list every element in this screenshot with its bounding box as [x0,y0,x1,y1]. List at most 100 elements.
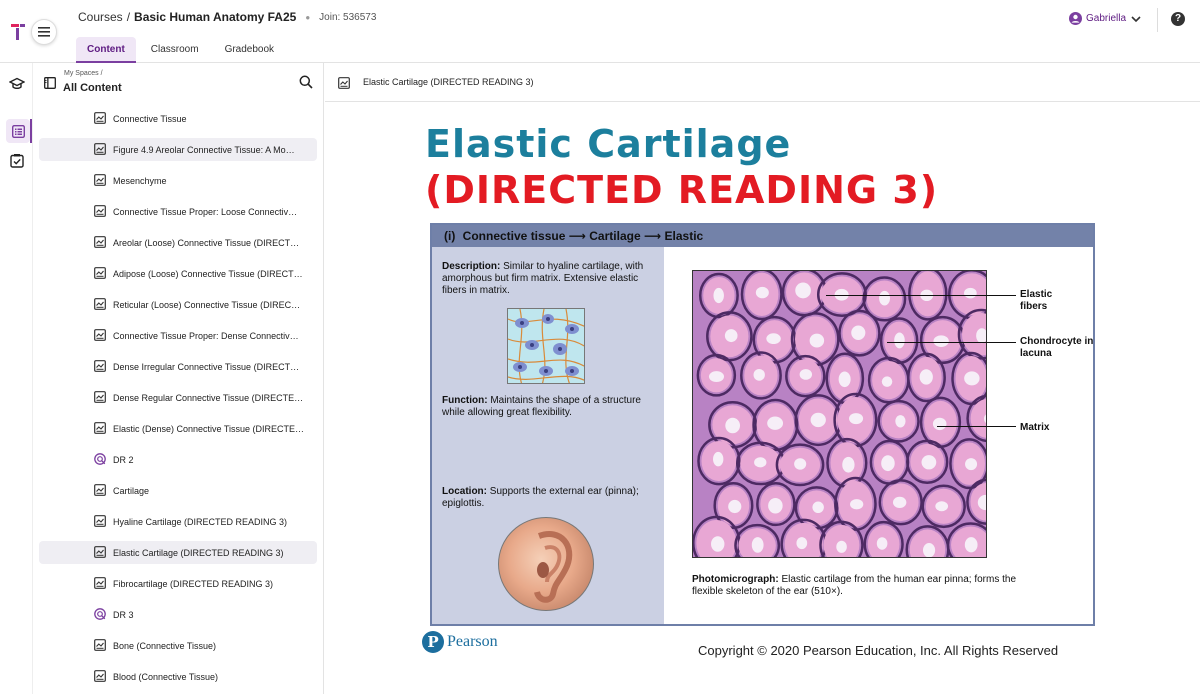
figure-step-elastic: Elastic [664,229,704,243]
reading-doc-icon [94,298,106,310]
lacuna-space [932,417,947,431]
content-list-item-label: Fibrocartilage (DIRECTED READING 3) [113,578,274,589]
content-list-item[interactable]: Connective Tissue [39,107,317,130]
tissue-diagram-image [507,308,585,384]
lacuna-space [812,501,824,514]
content-list-item-label: Elastic (Dense) Connective Tissue (DIREC… [113,423,305,434]
figure-step-connective: Connective tissue [462,229,566,243]
reading-doc-icon [94,422,106,434]
app-logo-icon[interactable] [10,22,26,42]
content-list-item[interactable]: DR 3 [39,603,317,626]
content-list-item[interactable]: Blood (Connective Tissue) [39,665,317,688]
reading-doc-icon [94,546,106,558]
content-list-item[interactable]: Connective Tissue Proper: Dense Connecti… [39,324,317,347]
content-nav-button[interactable] [6,119,30,143]
figure-description: Description: Similar to hyaline cartilag… [442,261,657,297]
content-panel: Apical Feature: CiliaConnective TissueFi… [33,63,324,694]
arrow-right-icon: ⟶ [643,229,662,243]
search-icon[interactable] [299,75,313,89]
content-list-item[interactable]: Dense Irregular Connective Tissue (DIREC… [39,355,317,378]
lacuna-space [768,497,783,514]
content-list-item-label: Dense Irregular Connective Tissue (DIREC… [113,361,300,372]
breadcrumb-courses-link[interactable]: Courses [78,10,123,24]
photomicrograph-image [692,270,987,558]
user-menu-button[interactable]: Gabriella [1069,12,1146,25]
content-list-item[interactable]: Bone (Connective Tissue) [39,634,317,657]
tab-content[interactable]: Content [76,37,136,63]
content-list-item[interactable]: Elastic Cartilage (DIRECTED READING 3) [39,541,317,564]
lacuna-space [713,451,724,467]
quiz-icon [94,608,106,620]
user-name: Gabriella [1086,13,1127,24]
lacuna-space [711,536,725,552]
lacuna-space [725,417,741,434]
reading-doc-icon [94,267,106,279]
panel-toggle-icon[interactable] [44,77,56,89]
lacuna-space [810,412,826,428]
lacuna-space [851,325,866,340]
quiz-icon [94,453,106,465]
content-list-item[interactable]: Connective Tissue Proper: Loose Connecti… [39,200,317,223]
lacuna-space [881,376,893,387]
lacuna-space [754,457,767,468]
label-matrix: Matrix [1020,422,1050,433]
tab-classroom[interactable]: Classroom [140,37,210,63]
lacuna-space [976,328,986,344]
lacuna-space [895,415,906,428]
content-list-item[interactable]: Figure 4.9 Areolar Connective Tissue: A … [39,138,317,161]
content-list-item[interactable]: Elastic (Dense) Connective Tissue (DIREC… [39,417,317,440]
tissue-diagram-illustration [508,309,584,383]
content-viewer: Elastic Cartilage (DIRECTED READING 3) E… [325,63,1200,694]
lacuna-space [921,455,937,470]
breadcrumb: Courses / Basic Human Anatomy FA25 ● Joi… [78,10,376,24]
lacuna-space [964,371,980,386]
ear-photo-image [498,517,594,611]
list-icon [11,124,25,138]
lacuna-space [795,282,811,299]
graduation-cap-icon [9,77,25,90]
help-button[interactable]: ? [1171,12,1185,26]
reading-doc-icon [94,670,106,682]
content-list-item-label: Connective Tissue Proper: Loose Connecti… [113,206,298,217]
lacuna-space [766,333,781,345]
lacuna-space [799,369,813,380]
courses-nav-button[interactable] [9,76,25,92]
content-list-item[interactable]: Cartilage [39,479,317,502]
assignments-nav-button[interactable] [9,153,25,169]
figure-prefix: (i) [444,229,456,243]
reading-doc-icon [94,484,106,496]
content-list-item[interactable]: Mesenchyme [39,169,317,192]
content-list-item[interactable]: DR 2 [39,448,317,471]
content-list-item[interactable]: Fibrocartilage (DIRECTED READING 3) [39,572,317,595]
pearson-wordmark: Pearson [447,633,498,650]
reading-doc-icon [94,205,106,217]
top-header: Courses / Basic Human Anatomy FA25 ● Joi… [0,0,1200,63]
lacuna-space [809,333,825,348]
tab-gradebook[interactable]: Gradebook [214,37,285,63]
figure-location: Location: Supports the external ear (pin… [442,486,657,510]
main-menu-button[interactable] [31,19,57,45]
figure-left-column: Description: Similar to hyaline cartilag… [432,247,664,624]
lacuna-space [919,369,933,385]
content-list-item[interactable]: Dense Regular Connective Tissue (DIRECTE… [39,386,317,409]
slide-title-reading: (DIRECTED READING 3) [425,168,939,212]
checklist-icon [10,154,24,168]
content-list-item[interactable]: Hyaline Cartilage (DIRECTED READING 3) [39,510,317,533]
reading-doc-icon [94,174,106,186]
header-divider [1157,8,1158,32]
lacuna-space [842,456,855,473]
label-chondrocyte: Chondrocyte in lacuna [1020,336,1094,359]
course-name[interactable]: Basic Human Anatomy FA25 [134,10,296,24]
label-elastic-fibers: Elastic fibers [1020,289,1053,312]
photomicrograph-illustration [693,271,986,557]
content-list-item[interactable]: Adipose (Loose) Connective Tissue (DIREC… [39,262,317,285]
figure-caption: Photomicrograph: Elastic cartilage from … [692,574,1022,598]
content-list-item[interactable]: Reticular (Loose) Connective Tissue (DIR… [39,293,317,316]
my-spaces-breadcrumb[interactable]: My Spaces / [64,70,103,77]
figure-header: (i) Connective tissue ⟶ Cartilage ⟶ Elas… [432,225,1093,247]
lacuna-space [836,540,847,553]
lacuna-space [794,458,807,470]
lacuna-space [892,496,907,508]
rail-selection-indicator [30,119,32,143]
content-list-item[interactable]: Areolar (Loose) Connective Tissue (DIREC… [39,231,317,254]
